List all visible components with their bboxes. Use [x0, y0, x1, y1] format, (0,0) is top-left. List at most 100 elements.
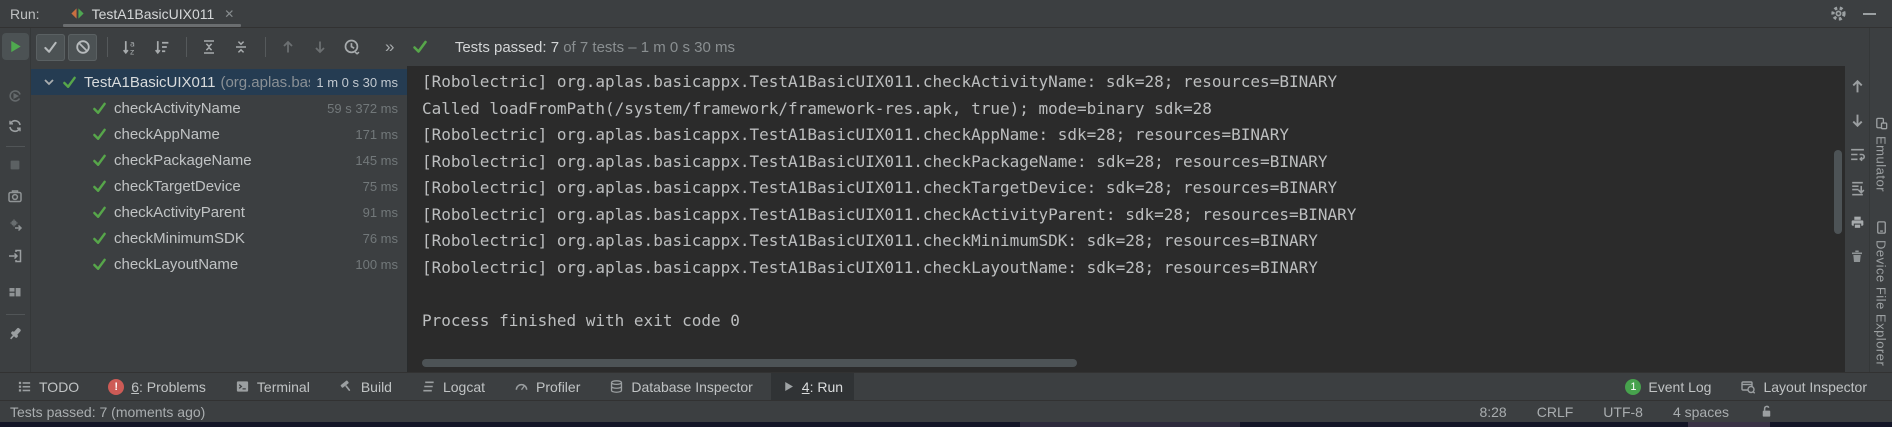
test-history-icon[interactable]	[337, 34, 366, 61]
device-file-explorer-label: Device File Explorer	[1874, 240, 1889, 366]
test-name: checkTargetDevice	[114, 178, 241, 195]
console-line: [Robolectric] org.aplas.basicappx.TestA1…	[408, 255, 1845, 282]
console-line: [Robolectric] org.aplas.basicappx.TestA1…	[408, 69, 1845, 96]
tree-row-suite[interactable]: TestA1BasicUIX011 (org.aplas.basi 1 m 0 …	[31, 69, 407, 95]
console-line: Process finished with exit code 0	[408, 308, 1845, 335]
tree-row-test[interactable]: checkMinimumSDK 76 ms	[31, 225, 407, 251]
soft-wrap-icon[interactable]	[1849, 146, 1866, 163]
tree-row-test[interactable]: checkTargetDevice 75 ms	[31, 173, 407, 199]
collapse-all-button[interactable]	[226, 34, 255, 61]
todo-label: TODO	[39, 379, 79, 395]
tool-window-title: Run:	[10, 6, 40, 22]
test-name: checkActivityParent	[114, 204, 245, 221]
toolbar-separator	[265, 37, 266, 57]
suite-package: (org.aplas.basi	[220, 74, 310, 91]
toolbar-overflow-icon[interactable]: »	[385, 37, 394, 57]
screenshot-camera-icon[interactable]	[7, 188, 23, 204]
status-bar: Tests passed: 7 (moments ago) 8:28 CRLF …	[0, 400, 1892, 422]
import-tests-icon[interactable]	[7, 248, 23, 264]
device-file-explorer-tool-button[interactable]: Device File Explorer	[1870, 220, 1892, 366]
pin-tab-icon[interactable]	[7, 326, 23, 342]
toggle-auto-test-icon[interactable]	[7, 118, 23, 134]
previous-failed-test-button	[273, 34, 302, 61]
up-the-stack-trace-icon[interactable]	[1849, 78, 1866, 95]
right-toolbar-stripe: Emulator Device File Explorer	[1869, 28, 1892, 372]
test-duration: 76 ms	[357, 231, 398, 246]
problems-tool-button[interactable]: ! 6: Problems	[97, 373, 217, 400]
dashboard-layout-icon[interactable]	[7, 284, 23, 300]
layout-inspector-icon	[1740, 379, 1756, 395]
tab-label: TestA1BasicUIX011	[92, 6, 215, 22]
sort-by-duration-button[interactable]	[147, 34, 176, 61]
terminal-tool-button[interactable]: Terminal	[224, 373, 321, 400]
stop-icon	[8, 158, 22, 172]
tests-passed-details: of 7 tests – 1 m 0 s 30 ms	[559, 39, 735, 56]
test-name: checkMinimumSDK	[114, 230, 245, 247]
test-passed-icon	[92, 205, 107, 220]
build-label: Build	[361, 379, 392, 395]
profiler-tool-button[interactable]: Profiler	[503, 373, 591, 400]
down-the-stack-trace-icon[interactable]	[1849, 112, 1866, 129]
event-log-count-badge: 1	[1625, 379, 1641, 395]
scroll-to-end-icon[interactable]	[1849, 180, 1866, 197]
clear-console-trash-icon[interactable]	[1849, 248, 1865, 264]
terminal-icon	[235, 379, 250, 394]
close-tab-icon[interactable]: ✕	[224, 7, 234, 21]
tree-row-test[interactable]: checkActivityName 59 s 372 ms	[31, 95, 407, 121]
problems-label: 6: Problems	[131, 379, 206, 395]
gear-icon[interactable]	[1830, 5, 1847, 22]
toolbar-separator	[107, 37, 108, 57]
encoding-widget[interactable]: UTF-8	[1603, 404, 1643, 420]
hide-tool-window-icon[interactable]	[1863, 13, 1876, 15]
test-duration: 145 ms	[349, 153, 398, 168]
print-icon[interactable]	[1849, 214, 1866, 231]
test-name: checkAppName	[114, 126, 220, 143]
cursor-position-widget[interactable]: 8:28	[1479, 404, 1506, 420]
logcat-label: Logcat	[443, 379, 485, 395]
build-tool-button[interactable]: Build	[328, 373, 403, 400]
status-message: Tests passed: 7 (moments ago)	[10, 404, 205, 420]
problems-error-badge: !	[108, 379, 124, 395]
profiler-gauge-icon	[514, 379, 529, 394]
logcat-tool-button[interactable]: Logcat	[410, 373, 496, 400]
database-inspector-tool-button[interactable]: Database Inspector	[598, 373, 763, 400]
sort-alphabetically-button[interactable]: az	[115, 34, 144, 61]
test-duration: 75 ms	[357, 179, 398, 194]
event-log-button[interactable]: 1 Event Log	[1614, 379, 1722, 395]
run-configuration-tab[interactable]: TestA1BasicUIX011 ✕	[60, 0, 245, 27]
console-line: [Robolectric] org.aplas.basicappx.TestA1…	[408, 202, 1845, 229]
run-configuration-icon	[70, 6, 85, 21]
line-separator-widget[interactable]: CRLF	[1537, 404, 1574, 420]
taskbar-highlight-segment	[1688, 422, 1770, 427]
test-passed-icon	[92, 257, 107, 272]
tree-row-test[interactable]: checkPackageName 145 ms	[31, 147, 407, 173]
test-duration: 171 ms	[349, 127, 398, 142]
show-ignored-toggle[interactable]	[68, 34, 97, 61]
test-name: checkLayoutName	[114, 256, 238, 273]
expand-all-button[interactable]	[194, 34, 223, 61]
vertical-scrollbar[interactable]	[1834, 150, 1842, 234]
tree-row-test[interactable]: checkActivityParent 91 ms	[31, 199, 407, 225]
indent-widget[interactable]: 4 spaces	[1673, 404, 1729, 420]
emulator-tool-button[interactable]: Emulator	[1870, 116, 1892, 192]
event-log-label: Event Log	[1648, 379, 1711, 395]
tree-row-test[interactable]: checkAppName 171 ms	[31, 121, 407, 147]
rerun-tests-button[interactable]	[2, 33, 29, 60]
test-runner-toolbar: az » Tests passed: 7 of 7 tests – 1 m	[31, 28, 1869, 66]
console-output: [Robolectric] org.aplas.basicappx.TestA1…	[407, 66, 1845, 372]
layout-inspector-button[interactable]: Layout Inspector	[1729, 379, 1878, 395]
console-actions-column	[1845, 66, 1869, 372]
test-passed-icon	[92, 127, 107, 142]
chevron-down-icon[interactable]	[41, 74, 57, 90]
svg-text:z: z	[130, 47, 134, 56]
tree-row-test[interactable]: checkLayoutName 100 ms	[31, 251, 407, 277]
unlock-icon[interactable]	[1759, 404, 1774, 419]
todo-tool-button[interactable]: TODO	[6, 373, 90, 400]
toolbar-separator	[186, 37, 187, 57]
test-duration: 91 ms	[357, 205, 398, 220]
rerun-failed-tests-icon[interactable]	[7, 88, 23, 104]
horizontal-scrollbar[interactable]	[422, 359, 1077, 367]
stripe-separator	[6, 314, 25, 315]
show-passed-toggle[interactable]	[36, 34, 65, 61]
run-tool-button-active[interactable]: 4: Run	[771, 373, 854, 400]
